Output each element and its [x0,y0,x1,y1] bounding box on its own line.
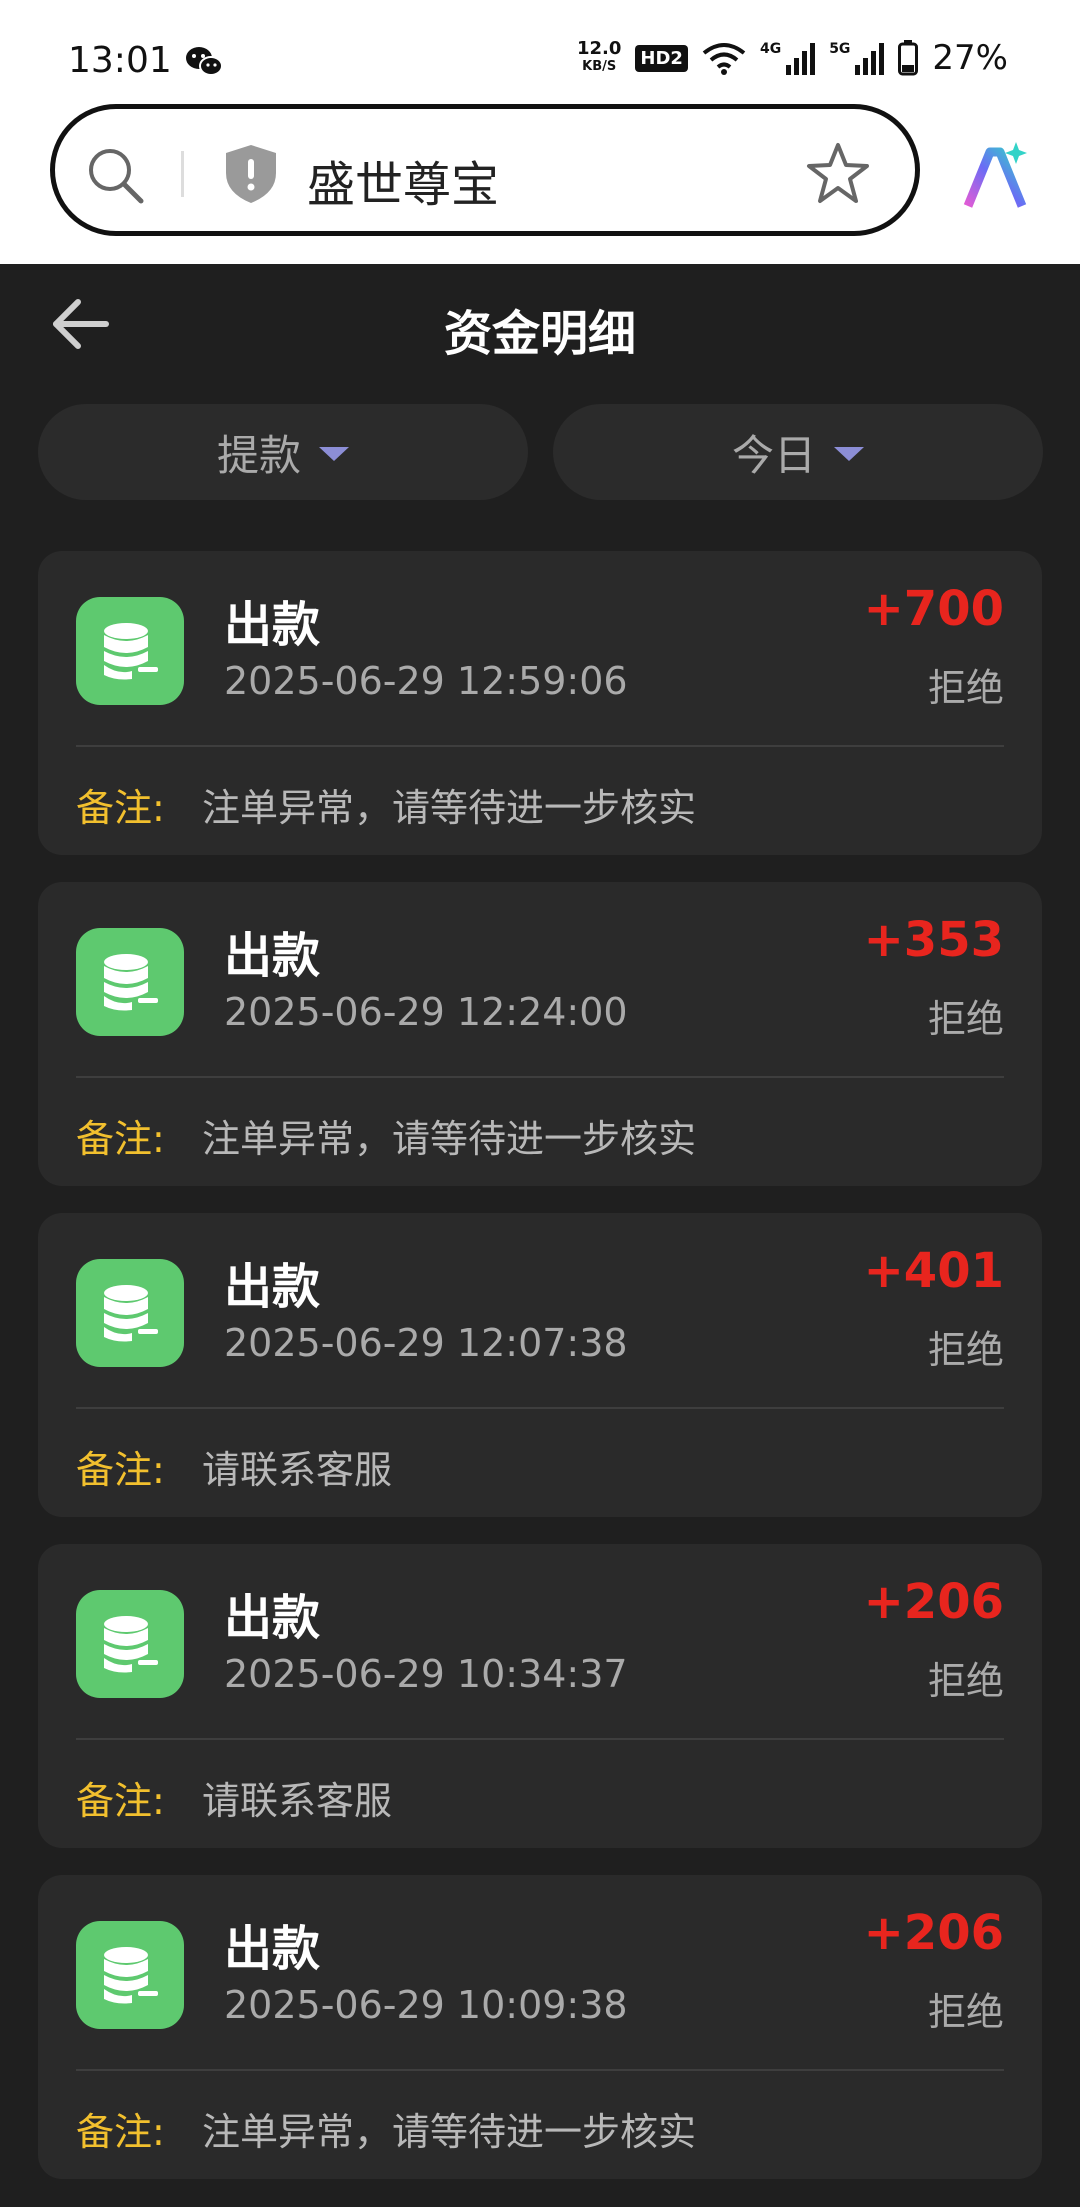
type-filter-dropdown[interactable]: 提款 [38,404,528,500]
note-text: 请联系客服 [202,1779,393,1823]
transaction-type: 出款 [224,1921,321,1977]
note-label: 备注: [76,1448,165,1492]
site-title[interactable]: 盛世尊宝 [307,145,499,215]
transaction-amount: +700 [863,581,1004,637]
transaction-type: 出款 [224,597,321,653]
transaction-amount: +206 [863,1905,1004,1961]
note-label: 备注: [76,1117,165,1161]
withdraw-database-icon [76,1590,184,1698]
page-title: 资金明细 [443,306,636,362]
note-text: 注单异常，请等待进一步核实 [202,2110,697,2154]
withdraw-database-icon [76,928,184,1036]
card-divider [76,745,1004,747]
battery-icon [898,40,919,76]
transaction-amount: +206 [863,1574,1004,1630]
withdraw-database-icon [76,1921,184,2029]
transaction-status: 拒绝 [927,997,1004,1041]
shield-warning-icon[interactable] [223,143,279,205]
transaction-card[interactable]: 出款 2025-06-29 12:24:00 +353 拒绝 备注: 注单异常，… [38,882,1042,1186]
transaction-time: 2025-06-29 10:34:37 [224,1652,628,1696]
note-text: 请联系客服 [202,1448,393,1492]
transaction-time: 2025-06-29 12:59:06 [224,659,628,703]
transaction-status: 拒绝 [927,1328,1004,1372]
note-label: 备注: [76,2110,165,2154]
card-divider [76,1738,1004,1740]
status-time: 13:01 [68,40,172,81]
transaction-status: 拒绝 [927,666,1004,710]
note-text: 注单异常，请等待进一步核实 [202,786,697,830]
signal-5g-icon: 5G [829,41,885,75]
withdraw-database-icon [76,1259,184,1367]
date-filter-label: 今日 [731,430,816,480]
transaction-status: 拒绝 [927,1990,1004,2034]
withdraw-database-icon [76,597,184,705]
search-icon[interactable] [85,145,145,205]
transaction-time: 2025-06-29 10:09:38 [224,1983,628,2027]
address-bar[interactable]: 盛世尊宝 [50,104,920,236]
transaction-amount: +401 [863,1243,1004,1299]
hd-badge: HD2 [635,44,688,72]
ai-assistant-icon[interactable] [960,140,1032,212]
card-divider [76,1076,1004,1078]
speed-unit: KB/S [582,59,617,74]
note-label: 备注: [76,1779,165,1823]
transaction-card[interactable]: 出款 2025-06-29 12:07:38 +401 拒绝 备注: 请联系客服 [38,1213,1042,1517]
wechat-icon [186,47,223,76]
network-speed: 12.0 KB/S [577,40,621,76]
transaction-type: 出款 [224,1590,321,1646]
wifi-icon [702,43,746,75]
caret-down-icon [319,447,349,461]
transaction-time: 2025-06-29 12:07:38 [224,1321,628,1365]
status-indicators: 12.0 KB/S HD2 4G 5G 27% [577,38,1008,78]
transaction-card[interactable]: 出款 2025-06-29 10:34:37 +206 拒绝 备注: 请联系客服 [38,1544,1042,1848]
transaction-status: 拒绝 [927,1659,1004,1703]
speed-value: 12.0 [577,38,622,59]
transaction-card[interactable]: 出款 2025-06-29 12:59:06 +700 拒绝 备注: 注单异常，… [38,551,1042,855]
card-divider [76,2069,1004,2071]
note-text: 注单异常，请等待进一步核实 [202,1117,697,1161]
signal-4g-label: 4G [759,41,782,57]
transaction-amount: +353 [863,912,1004,968]
app-header: 资金明细 [0,264,1080,394]
signal-5g-label: 5G [829,41,851,57]
battery-percent: 27% [932,38,1008,78]
transaction-time: 2025-06-29 12:24:00 [224,990,628,1034]
transaction-list: 出款 2025-06-29 12:59:06 +700 拒绝 备注: 注单异常，… [38,551,1042,2206]
date-filter-dropdown[interactable]: 今日 [553,404,1043,500]
type-filter-label: 提款 [216,430,301,480]
status-bar: 13:01 12.0 KB/S HD2 4G 5G 27% [0,0,1080,100]
card-divider [76,1407,1004,1409]
transaction-type: 出款 [224,928,321,984]
transaction-type: 出款 [224,1259,321,1315]
caret-down-icon [834,447,864,461]
note-label: 备注: [76,786,165,830]
address-divider [181,151,184,197]
browser-bar: 盛世尊宝 [0,100,1080,264]
signal-4g-icon: 4G [759,41,816,75]
transaction-card[interactable]: 出款 2025-06-29 10:09:38 +206 拒绝 备注: 注单异常，… [38,1875,1042,2179]
bookmark-star-icon[interactable] [805,141,871,207]
